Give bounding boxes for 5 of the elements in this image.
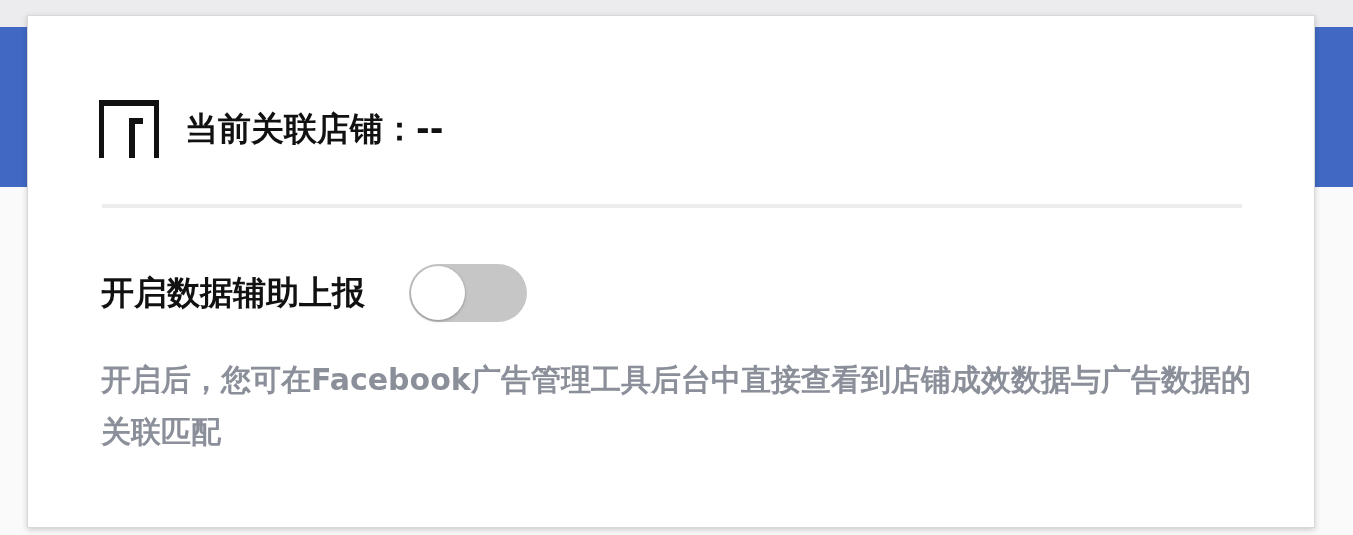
logo-icon: [99, 100, 159, 158]
toggle-label: 开启数据辅助上报: [101, 271, 365, 314]
description-text: 开启后，您可在Facebook广告管理工具后台中直接查看到店铺成效数据与广告数据的关联匹配: [101, 361, 1252, 451]
store-label: 当前关联店铺：--: [185, 107, 444, 150]
data-report-switch[interactable]: [409, 264, 527, 322]
